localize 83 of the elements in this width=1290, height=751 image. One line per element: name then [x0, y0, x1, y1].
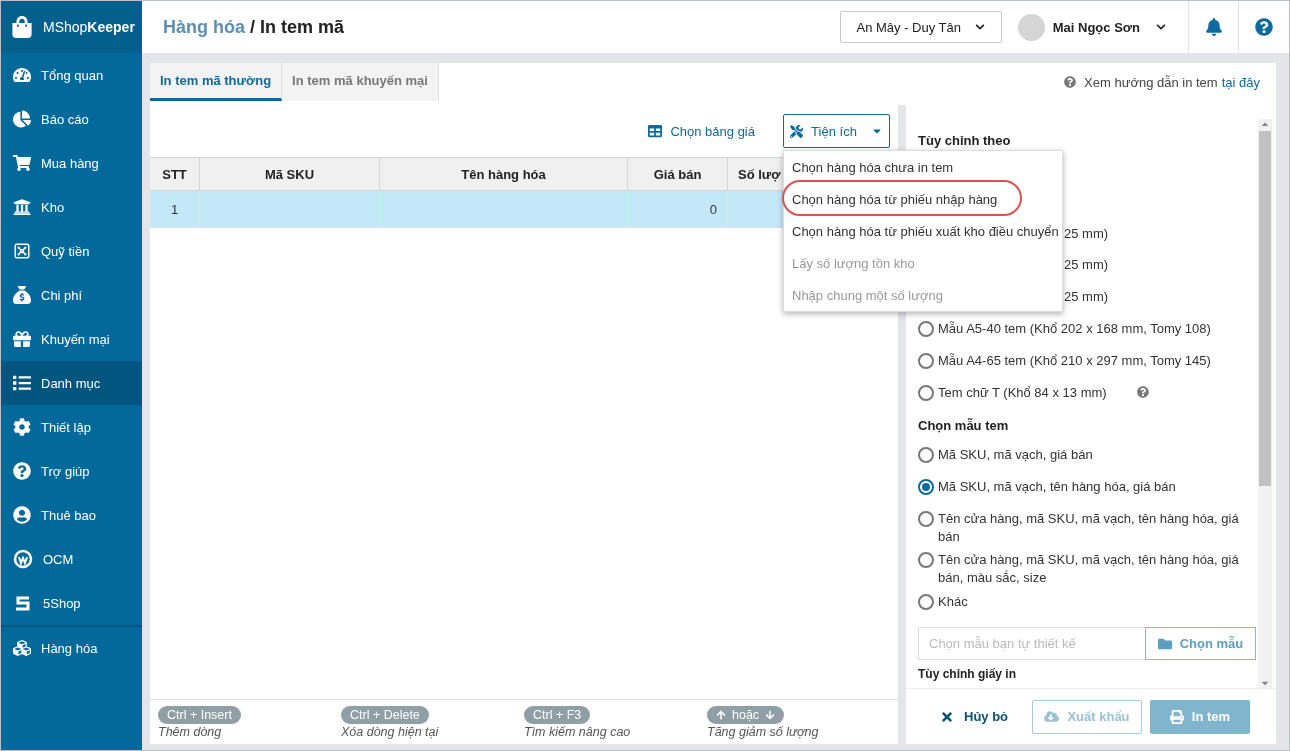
- printer-icon: [1169, 709, 1184, 724]
- section-heading: Chọn mẫu tem: [918, 416, 1010, 435]
- sidebar-item[interactable]: Chi phí: [1, 273, 142, 317]
- cart-icon: [13, 154, 31, 172]
- sidebar-item[interactable]: Báo cáo: [1, 97, 142, 141]
- settings-icon: [13, 418, 31, 436]
- hint-text: Tìm kiếm nâng cao: [524, 725, 631, 739]
- hint-text: Tăng giảm số lượng: [707, 725, 819, 739]
- shortcut-badge: Ctrl + Insert: [158, 706, 241, 724]
- user-menu[interactable]: Mai Ngọc Sơn: [1017, 1, 1189, 53]
- sidebar-item[interactable]: Thuê bao: [1, 493, 142, 537]
- sidebar-item[interactable]: Quỹ tiền: [1, 229, 142, 273]
- sidebar-item[interactable]: Mua hàng: [1, 141, 142, 185]
- safe-icon: [13, 242, 31, 260]
- shortcut-badge: Ctrl + Delete: [341, 706, 429, 724]
- money-bag-icon: [13, 286, 31, 304]
- sidebar-item[interactable]: Thiết lập: [1, 405, 142, 449]
- help-icon: [13, 462, 31, 480]
- gift-icon: [13, 330, 31, 348]
- user-icon: [13, 506, 31, 524]
- column-header: Tên hàng hóa: [380, 158, 628, 190]
- store-select[interactable]: An Mây - Duy Tân: [839, 11, 1002, 43]
- sidebar-item[interactable]: Tổng quan: [1, 53, 142, 97]
- radio-option[interactable]: Khác: [918, 586, 1248, 619]
- gauge-icon: [13, 66, 31, 84]
- avatar: [1017, 13, 1045, 41]
- hint-text: Xóa dòng hiện tại: [341, 725, 439, 739]
- chevron-icon: [1156, 22, 1166, 32]
- column-header: Giá bán: [628, 158, 728, 190]
- option-label: 25 mm): [1064, 288, 1109, 304]
- utilities-dropdown[interactable]: Tiện ích: [783, 114, 890, 148]
- arrow-up-icon: [716, 710, 726, 720]
- list-icon: [13, 374, 31, 392]
- sidebar-item[interactable]: 5Shop: [1, 581, 142, 625]
- help-icon: [1255, 18, 1273, 36]
- sidebar-item[interactable]: Kho: [1, 185, 142, 229]
- price-table-button[interactable]: Chọn bảng giá: [642, 122, 761, 140]
- sidebar-item[interactable]: Danh mục: [1, 361, 142, 405]
- logo-text: MShopKeeper: [43, 19, 135, 35]
- chevron-icon: [975, 22, 985, 32]
- option-label: 25 mm): [1064, 225, 1109, 241]
- table-cell: 0: [628, 191, 728, 227]
- bag-icon: [11, 16, 33, 38]
- option-label: 25 mm): [1064, 257, 1109, 273]
- tab[interactable]: In tem mã thường: [150, 63, 283, 101]
- page-title: Hàng hóa / In tem mã: [163, 16, 346, 38]
- arrow-down-icon: [765, 710, 776, 720]
- guide-text: Xem hướng dẫn in tem: [1084, 74, 1218, 90]
- radio-option[interactable]: Mã SKU, mã vạch, giá bán: [918, 440, 1248, 472]
- table-icon: [648, 124, 663, 138]
- folder-icon: [1157, 636, 1172, 651]
- menu-item[interactable]: Chọn hàng hóa chưa in tem: [784, 151, 1062, 183]
- shortcut-badge: hoặc: [707, 706, 785, 724]
- tools-icon: [790, 124, 804, 138]
- sidebar-item[interactable]: Trợ giúp: [1, 449, 142, 493]
- guide-link[interactable]: tại đây: [1221, 74, 1260, 90]
- radio-option[interactable]: Tên cửa hàng, mã SKU, mã vạch, tên hàng hóa, giá bán: [918, 504, 1248, 546]
- column-header: STT: [150, 158, 200, 190]
- circle-w-icon: [13, 549, 33, 569]
- shortcut-badge: Ctrl + F3: [524, 706, 591, 724]
- section-heading: Tùy chỉnh theo: [918, 132, 1012, 151]
- radio-option[interactable]: Tên cửa hàng, mã SKU, mã vạch, tên hàng hóa, giá bán, màu sắc, size: [918, 545, 1248, 587]
- table-cell: 1: [150, 191, 200, 227]
- pie-chart-icon: [13, 110, 31, 128]
- radio-option[interactable]: Tem chữ T (Khổ 84 x 13 mm): [918, 378, 1248, 411]
- section-heading: Tùy chỉnh giấy in: [918, 666, 1017, 684]
- bank-icon: [13, 198, 31, 216]
- radio-option[interactable]: Mã SKU, mã vạch, tên hàng hóa, giá bán: [918, 472, 1248, 504]
- tab[interactable]: In tem mã khuyến mại: [282, 63, 439, 101]
- bell-icon: [1204, 18, 1223, 36]
- column-header: Mã SKU: [200, 158, 380, 190]
- hint-text: Thêm dòng: [158, 725, 222, 739]
- scrollbar[interactable]: [1258, 119, 1272, 688]
- radio-option[interactable]: Mẫu A4-65 tem (Khổ 210 x 297 mm, Tomy 145): [918, 346, 1248, 379]
- close-icon: [940, 709, 954, 724]
- sidebar-item[interactable]: Khuyến mại: [1, 317, 142, 361]
- template-field[interactable]: Chọn mẫu bạn tự thiết kế: [918, 626, 1145, 661]
- cubes-icon: [13, 639, 31, 657]
- cloud-icon: [1044, 709, 1060, 724]
- radio-option[interactable]: Mẫu A5-40 tem (Khổ 202 x 168 mm, Tomy 108): [918, 314, 1248, 347]
- cancel-button[interactable]: Hủy bỏ: [934, 708, 1024, 725]
- help-icon: [1064, 76, 1077, 88]
- sidebar-item[interactable]: OCM: [1, 537, 142, 581]
